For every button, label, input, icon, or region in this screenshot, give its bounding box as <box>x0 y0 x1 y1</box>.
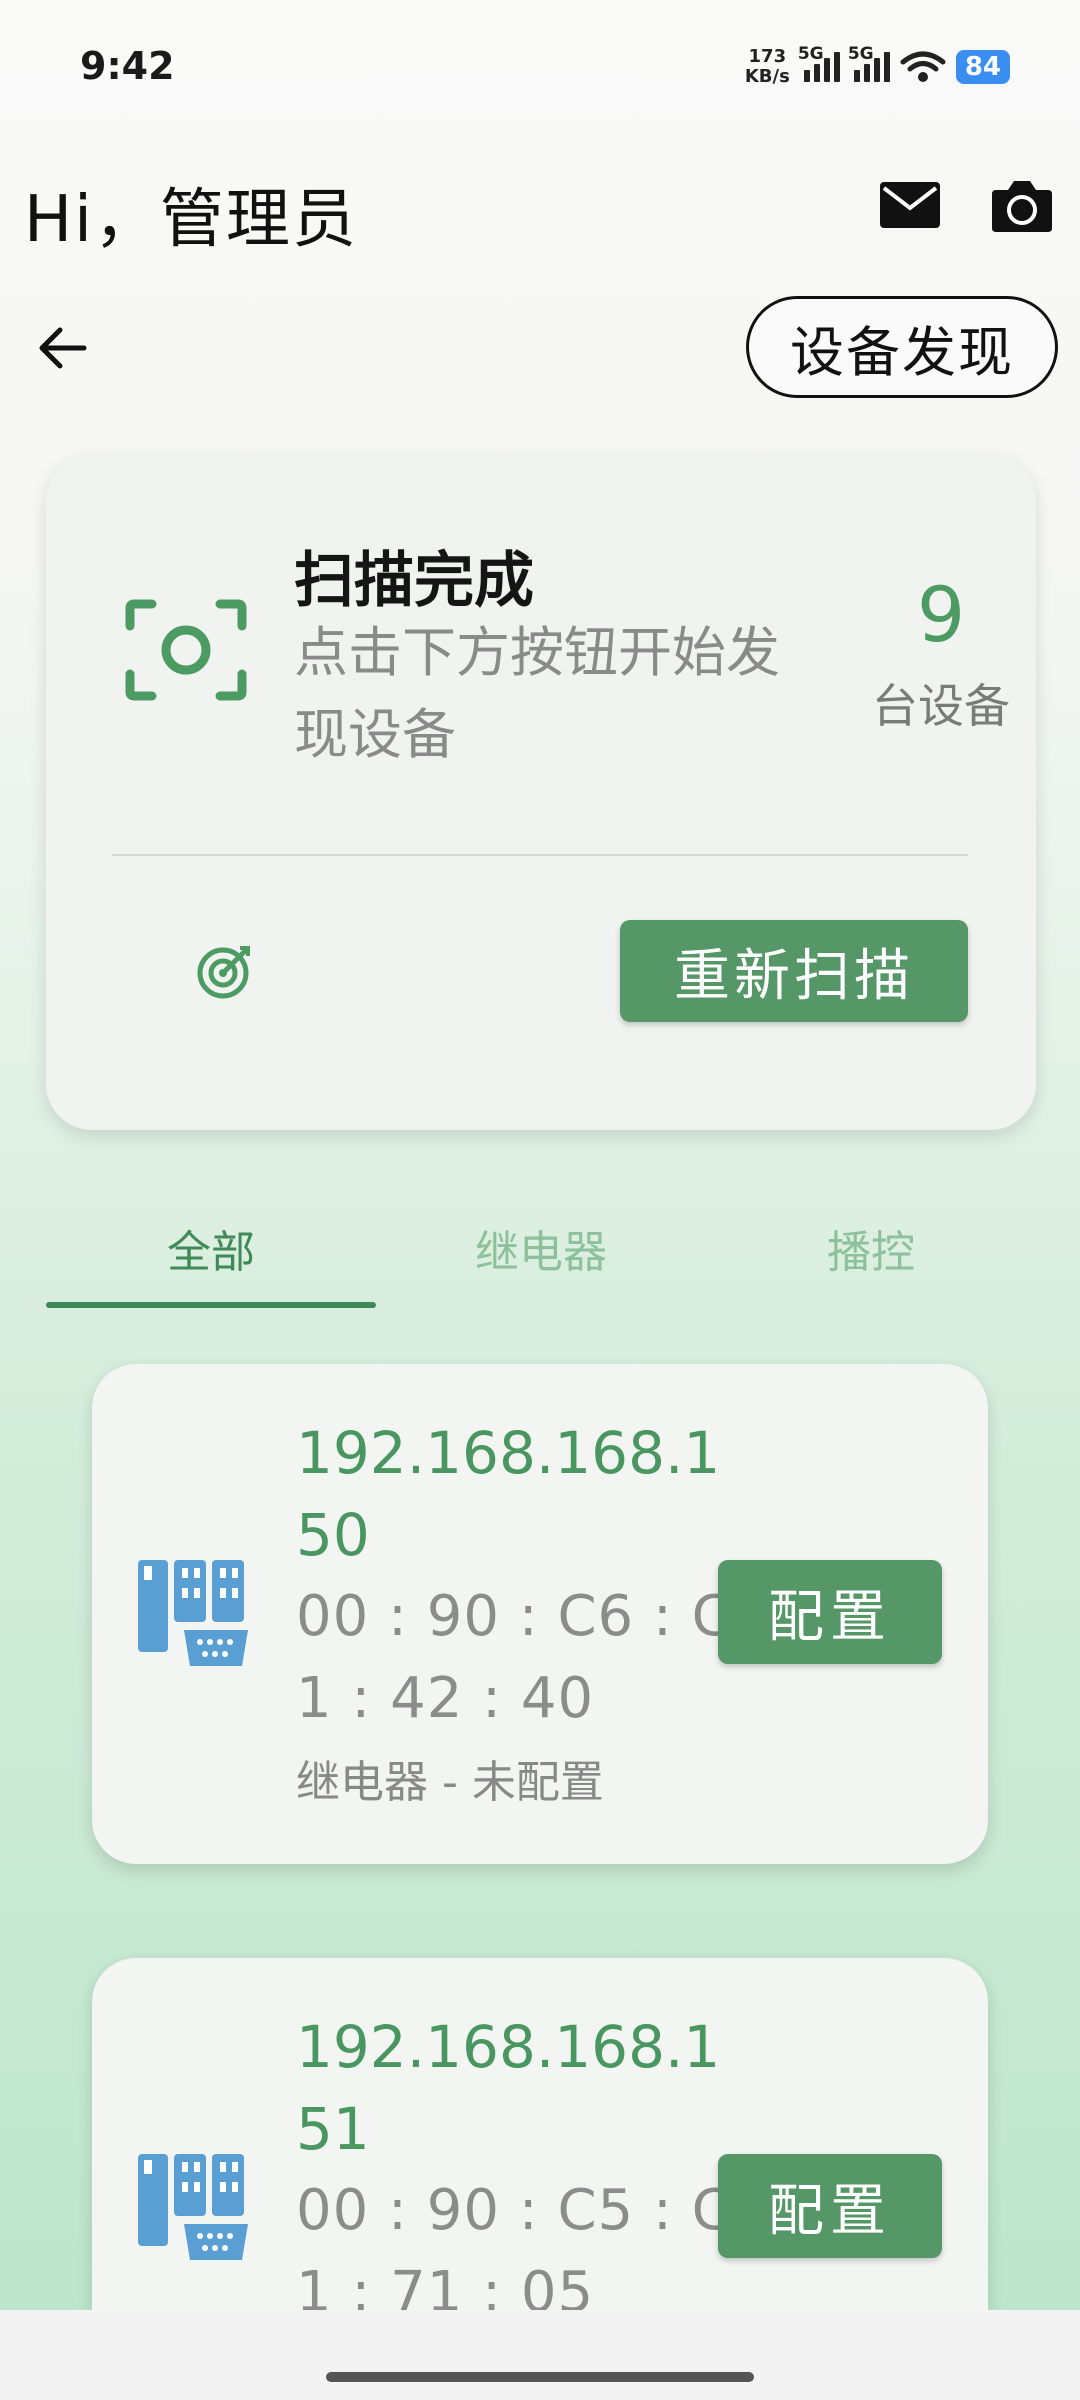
signal-icon-2: 5G <box>848 44 890 82</box>
network-speed-unit: KB/s <box>744 66 790 87</box>
status-time: 9:42 <box>80 44 175 88</box>
device-ip: 192.168.168.150 <box>296 1419 721 1569</box>
scan-icon <box>125 599 247 701</box>
device-filter-tabs: 全部 继电器 播控 <box>46 1196 1036 1312</box>
device-mac: 00 : 90 : C5 : C1 : 71 : 05 <box>296 2178 732 2310</box>
rescan-button[interactable]: 重新扫描 <box>620 920 968 1022</box>
device-relay-icon <box>138 1560 248 1666</box>
signal-icon: 5G <box>798 44 840 82</box>
config-button[interactable]: 配置 <box>718 2154 942 2258</box>
tab-all[interactable]: 全部 <box>46 1196 376 1312</box>
scan-subtitle: 点击下方按钮开始发现设备 <box>294 621 780 766</box>
bottom-nav-area <box>0 2310 1080 2400</box>
camera-icon[interactable] <box>992 178 1052 232</box>
greeting-title: Hi，管理员 <box>24 183 358 257</box>
mail-icon[interactable] <box>880 178 940 232</box>
device-list: 192.168.168.150 00 : 90 : C6 : C1 : 42 :… <box>0 1330 1080 2310</box>
device-ip: 192.168.168.151 <box>296 2013 721 2163</box>
network-speed-value: 173 <box>748 46 787 67</box>
page-title: 设备发现 <box>746 296 1058 398</box>
scan-status-card: 扫描完成 点击下方按钮开始发现设备 9 台设备 重新扫描 <box>46 454 1036 1130</box>
device-mac: 00 : 90 : C6 : C1 : 42 : 40 <box>296 1584 732 1731</box>
divider <box>112 854 968 856</box>
device-card[interactable]: 192.168.168.150 00 : 90 : C6 : C1 : 42 :… <box>92 1364 988 1864</box>
wifi-icon <box>900 51 946 82</box>
tab-relay[interactable]: 继电器 <box>376 1196 706 1312</box>
scan-title: 扫描完成 <box>294 546 534 616</box>
device-count: 9 <box>916 570 966 659</box>
tab-playback[interactable]: 播控 <box>706 1196 1036 1312</box>
back-arrow-icon[interactable] <box>34 318 94 378</box>
target-icon <box>197 946 250 999</box>
status-icons: 173 KB/s 5G 5G 84 <box>745 42 1010 92</box>
battery-indicator: 84 <box>955 50 1010 84</box>
device-type-status: 继电器 - 未配置 <box>296 1757 604 1808</box>
status-bar: 9:42 173 KB/s 5G 5G 84 <box>0 0 1080 140</box>
device-count-label: 台设备 <box>872 679 1010 733</box>
signal-label-2: 5G <box>847 44 874 64</box>
config-button[interactable]: 配置 <box>718 1560 942 1664</box>
network-speed: 173 KB/s <box>745 47 790 87</box>
home-indicator[interactable] <box>326 2372 754 2382</box>
device-card[interactable]: 192.168.168.151 00 : 90 : C5 : C1 : 71 :… <box>92 1958 988 2310</box>
signal-label: 5G <box>797 44 824 64</box>
device-relay-icon <box>138 2154 248 2260</box>
